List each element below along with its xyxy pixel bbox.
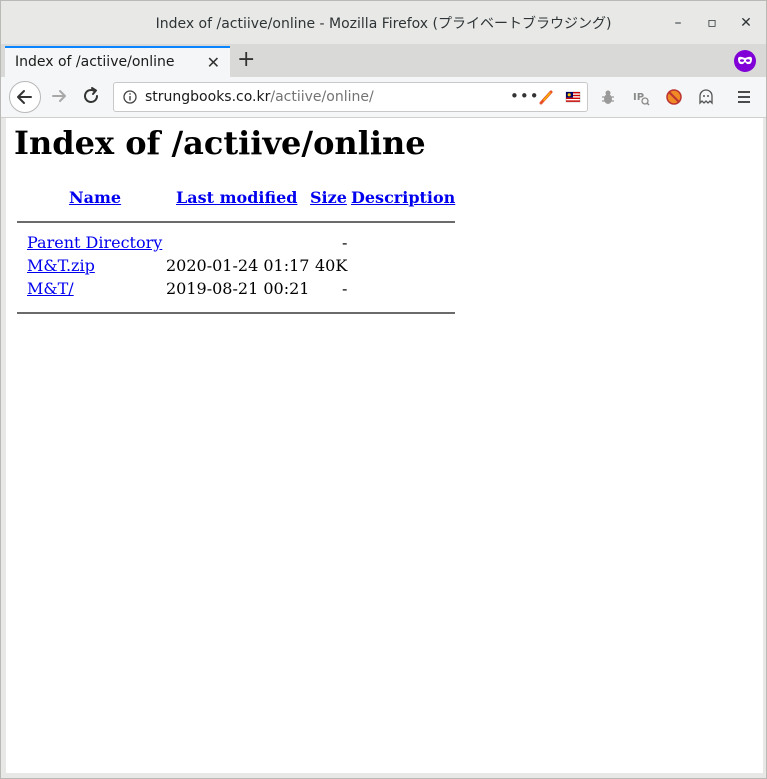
url-domain: strungbooks.co.kr — [145, 89, 271, 105]
site-info-icon[interactable] — [123, 90, 137, 104]
flag-extension-icon[interactable] — [565, 89, 581, 105]
footer-divider — [17, 312, 455, 314]
tab-active[interactable]: Index of /actiive/online ✕ — [5, 46, 230, 77]
private-browsing-icon — [734, 50, 756, 72]
browser-window: Index of /actiive/online - Mozilla Firef… — [0, 0, 767, 779]
close-window-button[interactable]: ✕ — [737, 14, 755, 32]
reload-button[interactable] — [80, 85, 102, 107]
column-header-name[interactable]: Name — [69, 188, 121, 207]
page-heading: Index of /actiive/online — [14, 124, 426, 162]
blocker-extension-icon[interactable] — [665, 88, 683, 106]
column-header-size[interactable]: Size — [310, 188, 347, 207]
window-bottom-border — [1, 773, 766, 778]
back-button[interactable] — [9, 81, 41, 113]
feather-extension-icon[interactable] — [538, 89, 554, 105]
title-bar[interactable]: Index of /actiive/online - Mozilla Firef… — [1, 1, 766, 45]
row-modified: 2020-01-24 01:17 — [166, 256, 310, 275]
back-arrow-icon — [17, 90, 32, 104]
header-divider — [17, 221, 455, 223]
new-tab-button[interactable]: + — [237, 49, 255, 71]
row-modified: 2019-08-21 00:21 — [166, 279, 310, 298]
bug-extension-icon[interactable] — [599, 88, 617, 106]
navigation-toolbar: strungbooks.co.kr/actiive/online/ ••• IP — [1, 77, 766, 118]
row-size: - — [342, 233, 348, 252]
tab-label: Index of /actiive/online — [15, 54, 175, 70]
maximize-button[interactable]: ▫ — [703, 14, 721, 32]
ghostery-extension-icon[interactable] — [697, 88, 715, 106]
minimize-button[interactable]: – — [669, 14, 687, 32]
column-header-last-modified[interactable]: Last modified — [176, 188, 297, 207]
forward-button[interactable] — [48, 85, 70, 107]
file-link-mt-zip[interactable]: M&T.zip — [27, 256, 95, 275]
folder-link-mt[interactable]: M&T/ — [27, 279, 74, 298]
row-size: - — [342, 279, 348, 298]
window-title: Index of /actiive/online - Mozilla Firef… — [155, 16, 612, 32]
tab-close-icon[interactable]: ✕ — [207, 53, 220, 72]
row-size: 40K — [315, 256, 348, 275]
menu-hamburger-icon[interactable] — [735, 88, 753, 106]
url-text[interactable]: strungbooks.co.kr/actiive/online/ — [145, 89, 374, 105]
column-header-description[interactable]: Description — [351, 188, 455, 207]
url-path: /actiive/online/ — [270, 89, 374, 105]
tab-strip: Index of /actiive/online ✕ + — [1, 44, 766, 77]
parent-directory-link[interactable]: Parent Directory — [27, 233, 162, 252]
url-bar[interactable]: strungbooks.co.kr/actiive/online/ ••• — [113, 82, 588, 112]
ip-extension-icon[interactable]: IP — [632, 88, 650, 106]
page-actions-menu-icon[interactable]: ••• — [510, 87, 540, 105]
page-content: Index of /actiive/online Name Last modif… — [6, 118, 763, 773]
